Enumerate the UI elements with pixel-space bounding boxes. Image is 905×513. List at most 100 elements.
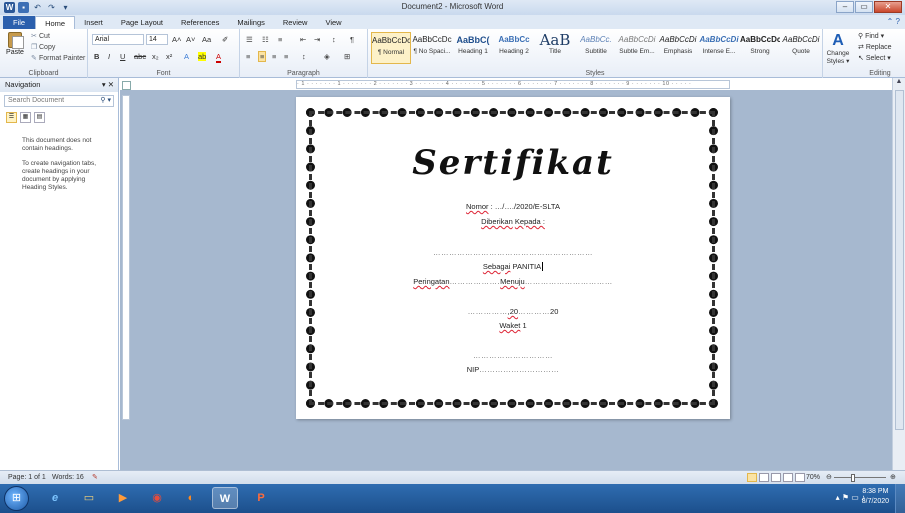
clear-format-button[interactable]: ✐ [222, 35, 228, 44]
style-title[interactable]: AaB Title [535, 32, 575, 64]
clock[interactable]: 8:38 PM 8/7/2020 [862, 487, 889, 507]
zoom-slider-thumb[interactable] [851, 474, 855, 482]
align-left-button[interactable]: ≡ [246, 52, 250, 61]
tab-view[interactable]: View [316, 16, 350, 29]
word-taskbar-icon[interactable]: W [212, 487, 238, 509]
underline-button[interactable]: U [120, 52, 125, 61]
firefox-icon[interactable]: ◐ [178, 487, 204, 509]
web-layout-view-icon[interactable] [771, 473, 781, 482]
pages-tab-icon[interactable]: ▦ [20, 112, 31, 123]
copy-button[interactable]: ❐ Copy [31, 43, 55, 51]
start-button[interactable]: ⊞ [4, 486, 29, 511]
undo-icon[interactable]: ↶ [32, 2, 43, 13]
sort-button[interactable]: ↕ [332, 35, 336, 44]
style-quote[interactable]: AaBbCcDi Quote [781, 32, 821, 64]
tab-references[interactable]: References [172, 16, 228, 29]
style-strong[interactable]: AaBbCcDc Strong [740, 32, 780, 64]
superscript-button[interactable]: x² [166, 52, 172, 61]
bullets-button[interactable]: ☰ [246, 35, 253, 44]
outline-view-icon[interactable] [783, 473, 793, 482]
show-desktop-button[interactable] [895, 484, 905, 513]
change-case-button[interactable]: Aa [202, 35, 211, 44]
increase-indent-button[interactable]: ⇥ [314, 35, 320, 44]
tab-insert[interactable]: Insert [75, 16, 112, 29]
horizontal-ruler[interactable]: · 1 · · · · · · · 1 · · · · · · · 2 · · … [296, 80, 730, 89]
subscript-button[interactable]: x₂ [152, 52, 159, 61]
line-spacing-button[interactable]: ↕ [302, 52, 306, 61]
chrome-icon[interactable]: ◉ [144, 487, 170, 509]
system-tray-icons[interactable]: ▴ ⚑ ▭ ♪ [836, 493, 865, 502]
word-count[interactable]: Words: 16 [52, 471, 84, 484]
save-icon[interactable]: ▪ [18, 2, 29, 13]
zoom-out-icon[interactable]: ⊖ [826, 471, 832, 484]
zoom-slider[interactable] [834, 477, 886, 478]
tab-file[interactable]: File [3, 16, 36, 29]
style-heading-1[interactable]: AaBbC( Heading 1 [453, 32, 493, 64]
shrink-font-button[interactable]: A˅ [186, 35, 195, 44]
style-subtitle[interactable]: AaBbCc. Subtitle [576, 32, 616, 64]
vertical-ruler[interactable] [122, 95, 130, 420]
help-icon[interactable]: ⌃ ? [887, 17, 900, 26]
highlight-button[interactable]: ab [198, 52, 207, 61]
style-subtle-emphasis[interactable]: AaBbCcDi Subtle Em... [617, 32, 657, 64]
print-layout-view-icon[interactable] [747, 473, 757, 482]
maximize-button[interactable]: ▭ [855, 1, 873, 13]
decrease-indent-button[interactable]: ⇤ [300, 35, 306, 44]
tab-mailings[interactable]: Mailings [228, 16, 274, 29]
headings-tab-icon[interactable]: ☰ [6, 112, 17, 123]
tab-selector-button[interactable] [122, 81, 131, 90]
tab-page-layout[interactable]: Page Layout [112, 16, 172, 29]
style-emphasis[interactable]: AaBbCcDi Emphasis [658, 32, 698, 64]
style-no-spacing[interactable]: AaBbCcDc ¶ No Spaci... [412, 32, 452, 64]
document-page[interactable]: Sertifikat Nomor : …/…./2020/E-SLTA Dibe… [296, 97, 730, 419]
borders-button[interactable]: ⊞ [344, 52, 350, 61]
powerpoint-icon[interactable]: P [248, 487, 274, 509]
minimize-button[interactable]: ‒ [836, 1, 854, 13]
strikethrough-button[interactable]: abc [134, 52, 146, 61]
scroll-thumb[interactable] [895, 90, 904, 430]
grow-font-button[interactable]: A˄ [172, 35, 181, 44]
replace-button[interactable]: ⇄ Replace [858, 43, 892, 51]
style-normal[interactable]: AaBbCcDc ¶ Normal [371, 32, 411, 64]
shading-button[interactable]: ◈ [324, 52, 330, 61]
style-heading-2[interactable]: AaBbCc Heading 2 [494, 32, 534, 64]
bold-button[interactable]: B [94, 52, 99, 61]
vertical-scrollbar[interactable]: ▲ [892, 78, 905, 470]
format-painter-button[interactable]: ✎ Format Painter [31, 54, 85, 62]
draft-view-icon[interactable] [795, 473, 805, 482]
redo-icon[interactable]: ↷ [46, 2, 57, 13]
align-right-button[interactable]: ≡ [272, 52, 276, 61]
style-intense-emphasis[interactable]: AaBbCcDi Intense E... [699, 32, 739, 64]
media-player-icon[interactable]: ▶ [110, 487, 136, 509]
navigation-close-button[interactable]: ▾ ✕ [102, 78, 114, 92]
proofing-icon[interactable]: ✎ [92, 471, 98, 484]
italic-button[interactable]: I [108, 52, 110, 61]
page-count[interactable]: Page: 1 of 1 [8, 471, 46, 484]
text-effects-button[interactable]: A [184, 52, 189, 61]
tab-home[interactable]: Home [35, 16, 76, 29]
results-tab-icon[interactable]: ▤ [34, 112, 45, 123]
zoom-in-icon[interactable]: ⊕ [890, 471, 896, 484]
change-styles-button[interactable]: A Change Styles ▾ [822, 32, 854, 65]
paste-button[interactable]: Paste [3, 32, 27, 64]
select-button[interactable]: ↖ Select ▾ [858, 54, 891, 62]
customize-qat-icon[interactable]: ▾ [60, 2, 71, 13]
navigation-search-input[interactable]: Search Document ⚲ ▾ [4, 95, 114, 107]
tab-review[interactable]: Review [274, 16, 317, 29]
close-button[interactable]: ✕ [874, 1, 902, 13]
show-marks-button[interactable]: ¶ [350, 35, 354, 44]
center-button[interactable]: ≡ [258, 51, 267, 62]
find-button[interactable]: ⚲ Find ▾ [858, 32, 884, 40]
justify-button[interactable]: ≡ [284, 52, 288, 61]
font-size-box[interactable]: 14 [146, 34, 168, 45]
numbering-button[interactable]: ☷ [262, 35, 269, 44]
cut-button[interactable]: ✂ Cut [31, 32, 50, 40]
multilevel-button[interactable]: ≡ [278, 35, 282, 44]
zoom-level[interactable]: 70% [806, 471, 820, 484]
search-icon[interactable]: ⚲ ▾ [100, 96, 111, 106]
ie-icon[interactable]: e [42, 487, 68, 509]
explorer-icon[interactable]: ▭ [76, 487, 102, 509]
font-color-button[interactable]: A [216, 52, 222, 63]
scroll-up-icon[interactable]: ▲ [893, 78, 905, 85]
font-name-box[interactable]: Arial [92, 34, 144, 45]
